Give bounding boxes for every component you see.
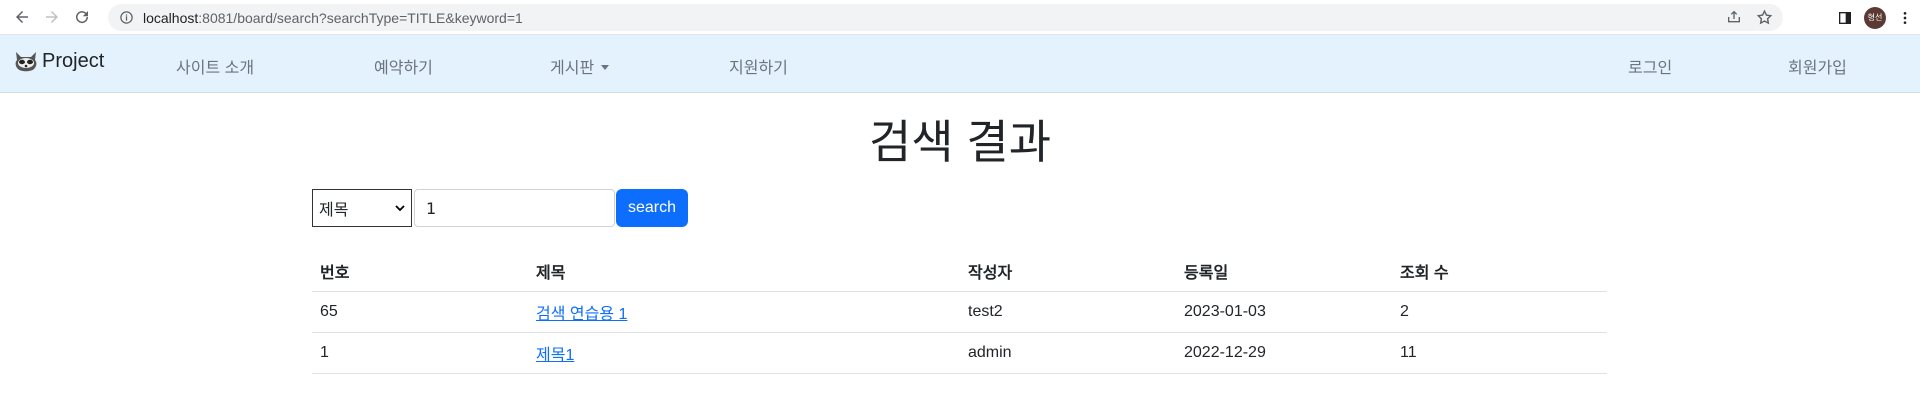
cell-date: 2023-01-03 bbox=[1176, 291, 1392, 333]
nav-board-label: 게시판 bbox=[550, 60, 595, 77]
share-icon[interactable] bbox=[1723, 6, 1745, 28]
url-text: localhost:8081/board/search?searchType=T… bbox=[143, 10, 523, 26]
cell-writer: test2 bbox=[960, 291, 1176, 333]
nav-login[interactable]: 로그인 bbox=[1628, 54, 1672, 78]
keyword-input[interactable]: 1 bbox=[414, 189, 615, 227]
table-row: 1 제목1 admin 2022-12-29 11 bbox=[312, 332, 1607, 374]
search-type-value: 제목 bbox=[319, 200, 349, 219]
url-host: localhost bbox=[143, 9, 199, 26]
forward-icon[interactable] bbox=[37, 2, 67, 32]
header-writer: 작성자 bbox=[960, 252, 1176, 292]
page-title: 검색 결과 bbox=[868, 116, 1052, 168]
brand-name: Project bbox=[42, 49, 105, 72]
back-icon[interactable] bbox=[7, 2, 37, 32]
more-menu-icon[interactable] bbox=[1890, 3, 1920, 33]
url-path: :8081/board/search?searchType=TITLE&keyw… bbox=[198, 9, 523, 26]
navbar-brand[interactable]: Project bbox=[13, 49, 104, 73]
header-views: 조회 수 bbox=[1392, 252, 1607, 292]
cell-date: 2022-12-29 bbox=[1176, 332, 1392, 374]
post-title-link[interactable]: 제목1 bbox=[536, 347, 574, 364]
header-date: 등록일 bbox=[1176, 252, 1392, 292]
cell-views: 11 bbox=[1392, 332, 1607, 374]
site-navbar: Project 사이트 소개 예약하기 게시판 지원하기 로그인 회원가입 bbox=[0, 35, 1920, 93]
search-type-select[interactable]: 제목 bbox=[312, 189, 412, 227]
nav-site-intro[interactable]: 사이트 소개 bbox=[176, 54, 254, 78]
cell-writer: admin bbox=[960, 332, 1176, 374]
raccoon-logo-icon bbox=[15, 52, 37, 72]
cell-title: 검색 연습용 1 bbox=[528, 291, 960, 333]
results-table: 번호 제목 작성자 등록일 조회 수 65 검색 연습용 1 test2 202… bbox=[312, 252, 1607, 374]
cell-number: 1 bbox=[312, 332, 528, 374]
search-button[interactable]: search bbox=[616, 189, 688, 227]
profile-avatar[interactable]: 형선 bbox=[1864, 6, 1886, 29]
chevron-down-icon bbox=[395, 205, 405, 212]
cell-number: 65 bbox=[312, 291, 528, 333]
table-row: 65 검색 연습용 1 test2 2023-01-03 2 bbox=[312, 291, 1607, 333]
header-title: 제목 bbox=[528, 252, 960, 292]
nav-signup[interactable]: 회원가입 bbox=[1788, 54, 1847, 78]
cell-views: 2 bbox=[1392, 291, 1607, 333]
table-header-row: 번호 제목 작성자 등록일 조회 수 bbox=[312, 252, 1607, 292]
reload-icon[interactable] bbox=[67, 2, 97, 32]
bookmark-star-icon[interactable] bbox=[1753, 6, 1775, 28]
caret-down-icon bbox=[601, 65, 610, 70]
search-form: 제목 1 search bbox=[312, 189, 688, 227]
address-bar[interactable]: localhost:8081/board/search?searchType=T… bbox=[108, 4, 1783, 31]
nav-apply[interactable]: 지원하기 bbox=[729, 54, 788, 78]
side-panel-icon[interactable] bbox=[1830, 3, 1860, 33]
keyword-value: 1 bbox=[426, 198, 437, 218]
header-number: 번호 bbox=[312, 252, 528, 292]
nav-board-dropdown[interactable]: 게시판 bbox=[550, 54, 610, 78]
site-info-icon[interactable] bbox=[115, 7, 137, 29]
cell-title: 제목1 bbox=[528, 332, 960, 374]
post-title-link[interactable]: 검색 연습용 1 bbox=[536, 306, 627, 323]
nav-reservation[interactable]: 예약하기 bbox=[374, 54, 433, 78]
browser-toolbar: localhost:8081/board/search?searchType=T… bbox=[0, 0, 1920, 35]
